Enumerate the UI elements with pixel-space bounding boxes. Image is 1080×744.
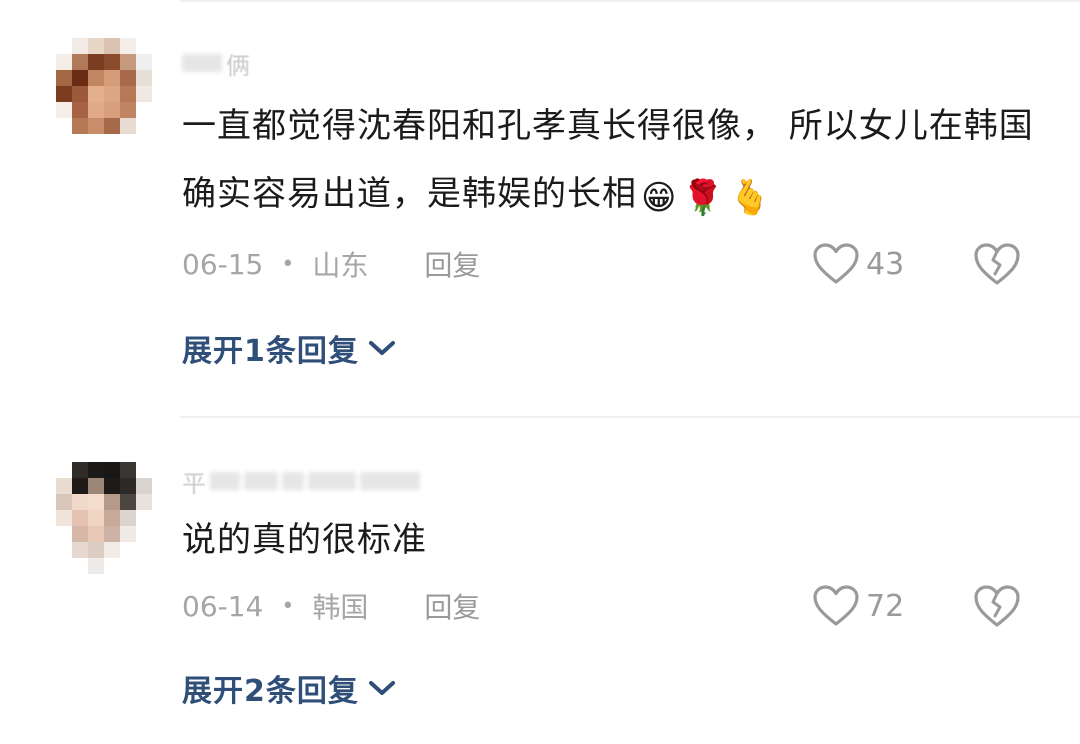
reply-button[interactable]: 回复 bbox=[424, 244, 480, 284]
username-blur bbox=[360, 472, 420, 490]
like-count: 72 bbox=[866, 588, 905, 624]
expand-replies-button[interactable]: 展开2条回复 bbox=[182, 668, 397, 709]
comment-list: 俩 一直都觉得沈春阳和孔孝真长得很像， 所以女儿在韩国确实容易出道，是韩娱的长相… bbox=[0, 0, 1080, 744]
comment-date: 06-14 bbox=[182, 589, 264, 623]
comment-text: 一直都觉得沈春阳和孔孝真长得很像， 所以女儿在韩国确实容易出道，是韩娱的长相 😁 🌹… bbox=[182, 92, 1052, 228]
username-blur bbox=[210, 472, 240, 490]
grin-emoji-icon: 😁 bbox=[641, 178, 678, 218]
divider bbox=[180, 0, 1080, 2]
rose-emoji-icon: 🌹 bbox=[681, 178, 725, 218]
username[interactable]: 平 bbox=[182, 466, 420, 498]
heart-icon bbox=[813, 585, 859, 626]
comment-date: 06-15 bbox=[182, 247, 264, 281]
username-visible-text: 平 bbox=[182, 469, 206, 498]
avatar[interactable] bbox=[56, 38, 152, 150]
separator-dot: • bbox=[281, 251, 295, 277]
like-count: 43 bbox=[866, 246, 905, 282]
like-button[interactable]: 43 bbox=[812, 241, 904, 287]
comment-location: 山东 bbox=[312, 249, 369, 282]
username[interactable]: 俩 bbox=[182, 48, 250, 80]
username-blur bbox=[282, 472, 304, 490]
comment-body: 说的真的很标准 bbox=[182, 520, 427, 560]
username-visible-text: 俩 bbox=[226, 51, 250, 80]
avatar[interactable] bbox=[56, 462, 152, 574]
separator-dot: • bbox=[281, 593, 295, 619]
comment-text: 说的真的很标准 bbox=[182, 506, 1052, 574]
finger-heart-emoji-icon: 🫰 bbox=[728, 178, 773, 218]
expand-replies-label: 展开2条回复 bbox=[182, 674, 359, 709]
comment-meta: 06-14 • 韩国 回复 bbox=[182, 586, 480, 626]
comment-location: 韩国 bbox=[312, 591, 369, 624]
comment-body: 一直都觉得沈春阳和孔孝真长得很像， 所以女儿在韩国确实容易出道，是韩娱的长相 bbox=[182, 106, 1034, 214]
chevron-down-icon bbox=[368, 681, 395, 695]
like-button[interactable]: 72 bbox=[812, 583, 904, 629]
username-blur bbox=[182, 54, 222, 72]
comment-meta: 06-15 • 山东 回复 bbox=[182, 244, 480, 284]
expand-replies-button[interactable]: 展开1条回复 bbox=[182, 328, 397, 369]
broken-heart-icon[interactable] bbox=[972, 583, 1022, 629]
username-blur bbox=[244, 472, 278, 490]
reply-button[interactable]: 回复 bbox=[424, 586, 480, 626]
chevron-down-icon bbox=[368, 341, 395, 355]
broken-heart-icon[interactable] bbox=[972, 241, 1022, 287]
heart-icon bbox=[813, 243, 859, 284]
username-blur bbox=[308, 472, 356, 490]
divider bbox=[180, 416, 1080, 418]
expand-replies-label: 展开1条回复 bbox=[182, 334, 359, 369]
